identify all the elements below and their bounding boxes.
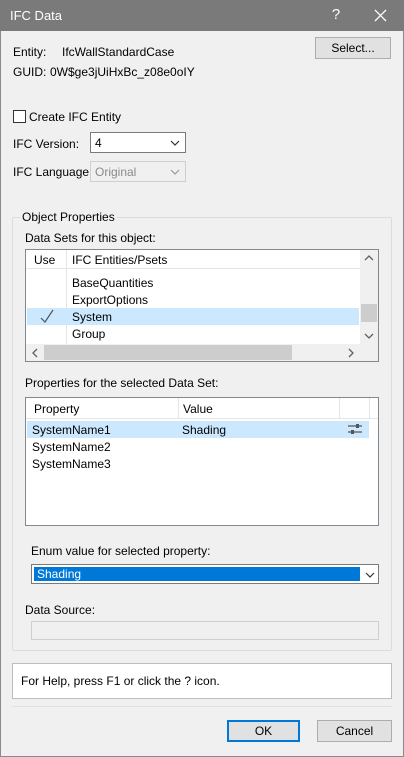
list-item[interactable]: BaseQuantities [27, 274, 359, 291]
ifc-language-label: IFC Language: [13, 165, 93, 179]
table-row[interactable]: SystemName2 [27, 438, 369, 455]
data-set-name: ExportOptions [72, 293, 149, 307]
properties-label: Properties for the selected Data Set: [25, 376, 219, 390]
help-text: For Help, press F1 or click the ? icon. [21, 674, 220, 688]
column-divider [178, 398, 179, 419]
close-icon [374, 9, 387, 22]
ifc-language-value: Original [95, 165, 137, 179]
list-item-selected[interactable]: System [27, 308, 359, 325]
enum-value: Shading [37, 567, 82, 581]
property-value: Shading [182, 423, 227, 437]
entity-label: Entity: [13, 45, 47, 59]
divider [12, 706, 392, 707]
vertical-scrollbar[interactable] [360, 250, 378, 344]
column-header-use[interactable]: Use [34, 253, 55, 267]
ifc-version-label: IFC Version: [13, 137, 80, 151]
scroll-left-icon[interactable] [31, 348, 39, 358]
data-sets-list[interactable]: Use IFC Entities/Psets BaseQuantities Ex… [25, 249, 379, 362]
data-sets-header: Use IFC Entities/Psets [26, 250, 360, 269]
column-header-value[interactable]: Value [183, 402, 213, 416]
column-divider [339, 398, 340, 419]
column-header-entities[interactable]: IFC Entities/Psets [72, 253, 167, 267]
create-entity-checkbox[interactable] [13, 110, 26, 123]
guid-value: 0W$ge3jUiHxBc_z08e0oIY [50, 65, 195, 79]
ok-button[interactable]: OK [227, 720, 300, 742]
checkmark-icon [40, 309, 54, 323]
help-box: For Help, press F1 or click the ? icon. [12, 663, 392, 699]
horizontal-scrollbar[interactable] [26, 344, 378, 361]
data-set-name: BaseQuantities [72, 276, 154, 290]
enum-label: Enum value for selected property: [31, 544, 211, 558]
table-row-selected[interactable]: SystemName1 Shading [27, 421, 369, 438]
cancel-button[interactable]: Cancel [317, 720, 392, 742]
scroll-up-icon[interactable] [364, 254, 374, 262]
column-divider [66, 250, 67, 269]
chevron-down-icon [170, 140, 180, 146]
ifc-language-select[interactable]: Original [90, 161, 186, 182]
data-set-name: System [72, 310, 113, 324]
window-title: IFC Data [10, 8, 63, 23]
help-button[interactable]: ? [326, 3, 346, 27]
enum-selection-highlight [34, 567, 360, 581]
data-source-label: Data Source: [25, 603, 96, 617]
ifc-version-value: 4 [95, 136, 102, 150]
object-properties-title: Object Properties [20, 210, 117, 224]
create-entity-label: Create IFC Entity [29, 110, 122, 124]
chevron-down-icon [170, 169, 180, 175]
data-sets-label: Data Sets for this object: [25, 231, 156, 245]
column-divider [369, 398, 370, 419]
enum-value-select[interactable]: Shading [31, 564, 379, 584]
property-name: SystemName2 [32, 440, 111, 454]
properties-header: Property Value [26, 398, 378, 419]
scrollbar-thumb[interactable] [44, 345, 292, 360]
data-source-field[interactable] [31, 621, 379, 640]
settings-sliders-icon[interactable] [347, 423, 363, 436]
scrollbar-thumb[interactable] [361, 304, 377, 322]
list-item[interactable]: ExportOptions [27, 291, 359, 308]
scroll-right-icon[interactable] [347, 348, 355, 358]
close-button[interactable] [362, 0, 400, 31]
column-header-property[interactable]: Property [34, 402, 79, 416]
scroll-down-icon[interactable] [364, 332, 374, 340]
entity-value: IfcWallStandardCase [62, 45, 175, 59]
properties-list[interactable]: Property Value SystemName1 Shading Syste… [25, 397, 379, 526]
property-name: SystemName1 [32, 423, 111, 437]
data-set-name: Group [72, 327, 106, 341]
ifc-version-select[interactable]: 4 [90, 132, 186, 153]
property-name: SystemName3 [32, 457, 111, 471]
title-bar: IFC Data ? [0, 0, 404, 31]
chevron-down-icon [365, 572, 375, 578]
guid-label: GUID: [13, 65, 47, 79]
select-button[interactable]: Select... [315, 37, 391, 59]
list-item[interactable]: Group [27, 325, 359, 342]
table-row[interactable]: SystemName3 [27, 455, 369, 472]
